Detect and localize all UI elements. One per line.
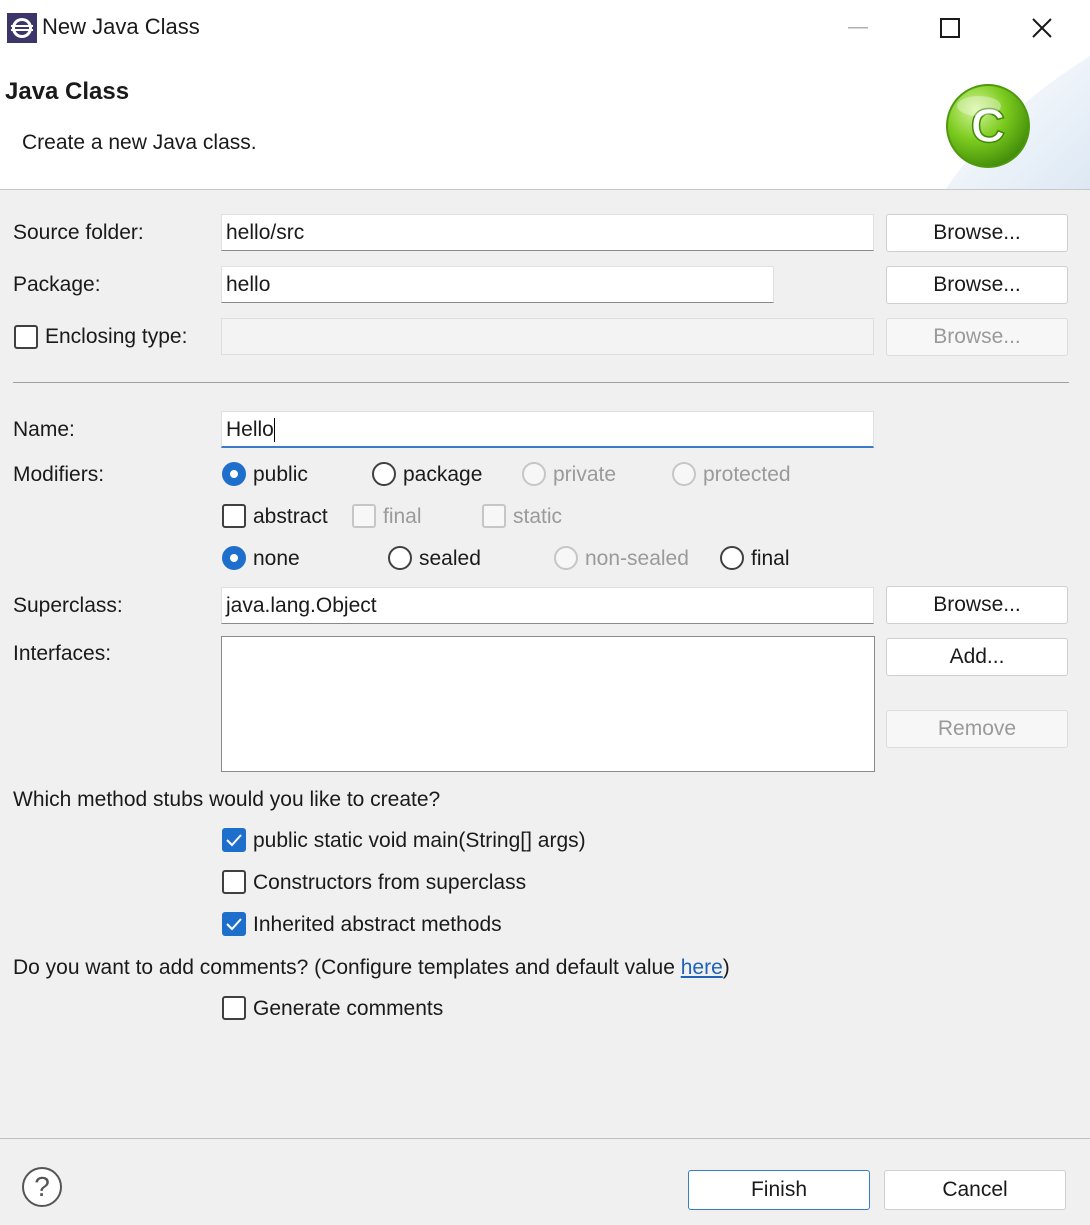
interfaces-label: Interfaces: — [13, 642, 112, 665]
name-label: Name: — [13, 418, 75, 441]
close-button[interactable] — [996, 0, 1088, 56]
java-class-logo-icon: C — [945, 56, 1090, 189]
modifier-private-label: private — [553, 463, 617, 486]
help-icon[interactable]: ? — [22, 1167, 62, 1207]
modifier-static-checkbox[interactable] — [482, 504, 506, 528]
enclosing-type-label: Enclosing type: — [45, 325, 188, 348]
wizard-banner: Java Class Create a new Java class. C — [0, 56, 1090, 190]
package-browse-button[interactable]: Browse... — [886, 266, 1068, 304]
modifier-static-label: static — [513, 505, 563, 528]
modifier-final-label: final — [383, 505, 422, 528]
modifiers-label: Modifiers: — [13, 463, 105, 486]
package-label: Package: — [13, 273, 101, 296]
interfaces-add-button[interactable]: Add... — [886, 638, 1068, 676]
comments-question: Do you want to add comments? (Configure … — [13, 956, 730, 980]
modifier-package-radio[interactable] — [372, 462, 396, 486]
close-icon — [1032, 18, 1052, 38]
window-title: New Java Class — [42, 14, 200, 39]
modifier-final-checkbox[interactable] — [352, 504, 376, 528]
interfaces-remove-button[interactable]: Remove — [886, 710, 1068, 748]
superclass-input[interactable]: java.lang.Object — [221, 587, 874, 624]
text-cursor — [273, 418, 275, 443]
method-stubs-question: Which method stubs would you like to cre… — [13, 788, 441, 811]
cancel-button[interactable]: Cancel — [884, 1170, 1066, 1210]
main-method-label: public static void main(String[] args) — [253, 829, 586, 852]
page-description: Create a new Java class. — [22, 131, 257, 154]
page-title: Java Class — [5, 78, 130, 105]
maximize-button[interactable] — [904, 0, 996, 56]
source-folder-browse-button[interactable]: Browse... — [886, 214, 1068, 252]
name-input[interactable]: Hello — [221, 411, 874, 448]
comments-question-text: Do you want to add comments? (Configure … — [13, 956, 681, 979]
sealing-none-radio[interactable] — [222, 546, 246, 570]
modifier-abstract-label: abstract — [253, 505, 328, 528]
enclosing-type-input[interactable] — [221, 318, 874, 355]
package-input[interactable]: hello — [221, 266, 774, 303]
comments-close-paren: ) — [722, 956, 730, 979]
dialog-footer: ? Finish Cancel — [0, 1138, 1090, 1225]
modifier-package-label: package — [403, 463, 483, 486]
constructors-checkbox[interactable] — [222, 870, 246, 894]
name-input-value: Hello — [226, 418, 274, 441]
modifier-public-label: public — [253, 463, 308, 486]
superclass-browse-button[interactable]: Browse... — [886, 586, 1068, 624]
modifier-private-radio[interactable] — [522, 462, 546, 486]
source-folder-label: Source folder: — [13, 221, 144, 244]
sealing-final-radio[interactable] — [720, 546, 744, 570]
configure-templates-link[interactable]: here — [681, 956, 723, 979]
constructors-label: Constructors from superclass — [253, 871, 527, 894]
title-bar: New Java Class — [0, 0, 1090, 56]
modifier-public-radio[interactable] — [222, 462, 246, 486]
checkmark-icon — [226, 918, 242, 931]
modifier-protected-radio[interactable] — [672, 462, 696, 486]
eclipse-app-icon — [7, 13, 37, 43]
minimize-button[interactable] — [812, 0, 904, 56]
interfaces-list[interactable] — [221, 636, 875, 772]
separator — [13, 382, 1069, 383]
inherited-methods-label: Inherited abstract methods — [253, 913, 502, 936]
sealing-none-label: none — [253, 547, 300, 570]
superclass-label: Superclass: — [13, 594, 123, 617]
sealing-non-sealed-label: non-sealed — [585, 547, 689, 570]
sealing-non-sealed-radio[interactable] — [554, 546, 578, 570]
generate-comments-checkbox[interactable] — [222, 996, 246, 1020]
modifier-protected-label: protected — [703, 463, 791, 486]
sealing-sealed-radio[interactable] — [388, 546, 412, 570]
source-folder-input[interactable]: hello/src — [221, 214, 874, 251]
modifier-abstract-checkbox[interactable] — [222, 504, 246, 528]
checkmark-icon — [226, 834, 242, 847]
sealing-final-label: final — [751, 547, 790, 570]
maximize-icon — [940, 18, 960, 38]
main-method-checkbox[interactable] — [222, 828, 246, 852]
sealing-sealed-label: sealed — [419, 547, 481, 570]
finish-button[interactable]: Finish — [688, 1170, 870, 1210]
minimize-icon — [848, 27, 868, 29]
enclosing-type-browse-button[interactable]: Browse... — [886, 318, 1068, 356]
generate-comments-label: Generate comments — [253, 997, 444, 1020]
inherited-methods-checkbox[interactable] — [222, 912, 246, 936]
enclosing-type-checkbox[interactable] — [14, 325, 38, 349]
